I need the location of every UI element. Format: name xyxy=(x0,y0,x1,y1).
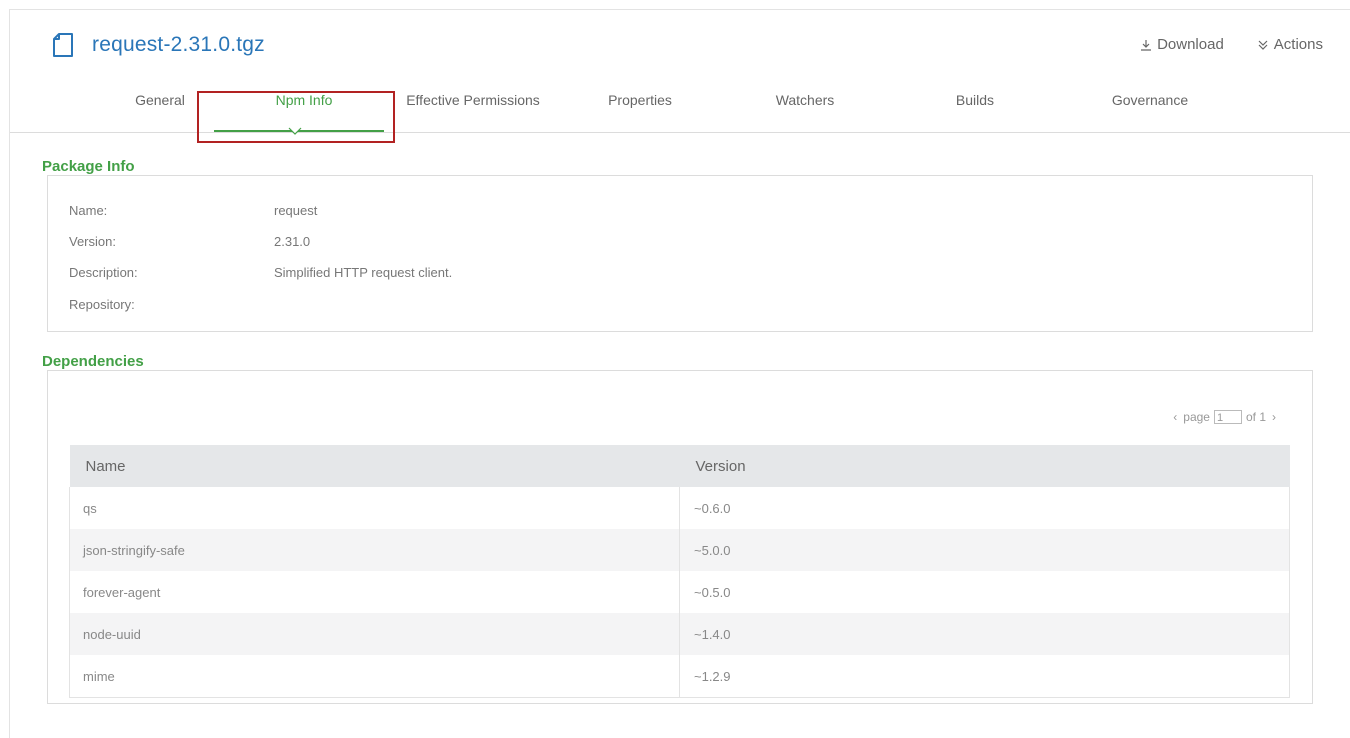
info-value: request xyxy=(274,203,318,218)
dependency-version: ~0.6.0 xyxy=(679,487,1290,529)
info-label: Repository: xyxy=(69,297,135,312)
dependency-name: node-uuid xyxy=(69,613,680,655)
tab-governance[interactable]: Governance xyxy=(1090,92,1210,108)
info-row-description: Description: Simplified HTTP request cli… xyxy=(69,265,452,280)
download-label: Download xyxy=(1157,36,1224,53)
package-info-legend: Package Info xyxy=(42,158,141,175)
actions-label: Actions xyxy=(1273,36,1323,53)
dependency-name: json-stringify-safe xyxy=(69,529,680,571)
artifact-header: request-2.31.0.tgz xyxy=(52,33,265,57)
info-row-version: Version: 2.31.0 xyxy=(69,234,310,249)
table-row[interactable]: mime ~1.2.9 xyxy=(69,655,1290,698)
table-row[interactable]: node-uuid ~1.4.0 xyxy=(69,613,1290,655)
table-row[interactable]: forever-agent ~0.5.0 xyxy=(69,571,1290,613)
dependency-name: mime xyxy=(69,655,680,698)
dependency-version: ~1.2.9 xyxy=(679,655,1290,698)
pagination: ‹ page 1 of 1 › xyxy=(1167,410,1282,424)
dependency-name: forever-agent xyxy=(69,571,680,613)
download-button[interactable]: Download xyxy=(1140,36,1224,53)
info-value: 2.31.0 xyxy=(274,234,311,249)
header-actions: Download Actions xyxy=(1107,36,1323,53)
chevron-left-icon[interactable]: ‹ xyxy=(1173,410,1177,424)
info-label: Description: xyxy=(69,265,138,280)
table-row[interactable]: qs ~0.6.0 xyxy=(69,487,1290,529)
table-header-row: Name Version xyxy=(69,445,1290,487)
file-icon xyxy=(53,33,73,57)
pager-suffix: of 1 xyxy=(1245,410,1266,424)
info-row-repository: Repository: xyxy=(69,297,274,312)
dependency-version: ~5.0.0 xyxy=(679,529,1290,571)
tab-builds[interactable]: Builds xyxy=(925,92,1025,108)
page-number-input[interactable]: 1 xyxy=(1213,410,1242,424)
column-header-version[interactable]: Version xyxy=(679,445,1290,487)
info-row-name: Name: request xyxy=(69,203,317,218)
package-info-section: Package Info Name: request Version: 2.31… xyxy=(42,158,1313,332)
info-label: Version: xyxy=(69,234,116,249)
dependencies-legend: Dependencies xyxy=(42,353,150,370)
artifact-title: request-2.31.0.tgz xyxy=(92,33,265,56)
dependency-version: ~1.4.0 xyxy=(679,613,1290,655)
tab-effective-permissions[interactable]: Effective Permissions xyxy=(393,92,553,108)
table-row[interactable]: json-stringify-safe ~5.0.0 xyxy=(69,529,1290,571)
highlight-annotation xyxy=(197,91,395,143)
tab-watchers[interactable]: Watchers xyxy=(755,92,855,108)
actions-button[interactable]: Actions xyxy=(1257,36,1323,53)
dependencies-section: Dependencies ‹ page 1 of 1 › Name Versio… xyxy=(42,353,1313,704)
info-label: Name: xyxy=(69,203,108,218)
double-chevron-down-icon xyxy=(1258,40,1268,50)
pager-prefix: page xyxy=(1183,410,1210,424)
column-header-name[interactable]: Name xyxy=(69,445,680,487)
download-icon xyxy=(1141,39,1152,51)
dependencies-table: Name Version qs ~0.6.0 json-stringify-sa… xyxy=(69,445,1290,698)
tab-properties[interactable]: Properties xyxy=(590,92,690,108)
dependency-name: qs xyxy=(69,487,680,529)
info-value: Simplified HTTP request client. xyxy=(274,265,453,280)
chevron-right-icon[interactable]: › xyxy=(1272,410,1276,424)
dependency-version: ~0.5.0 xyxy=(679,571,1290,613)
